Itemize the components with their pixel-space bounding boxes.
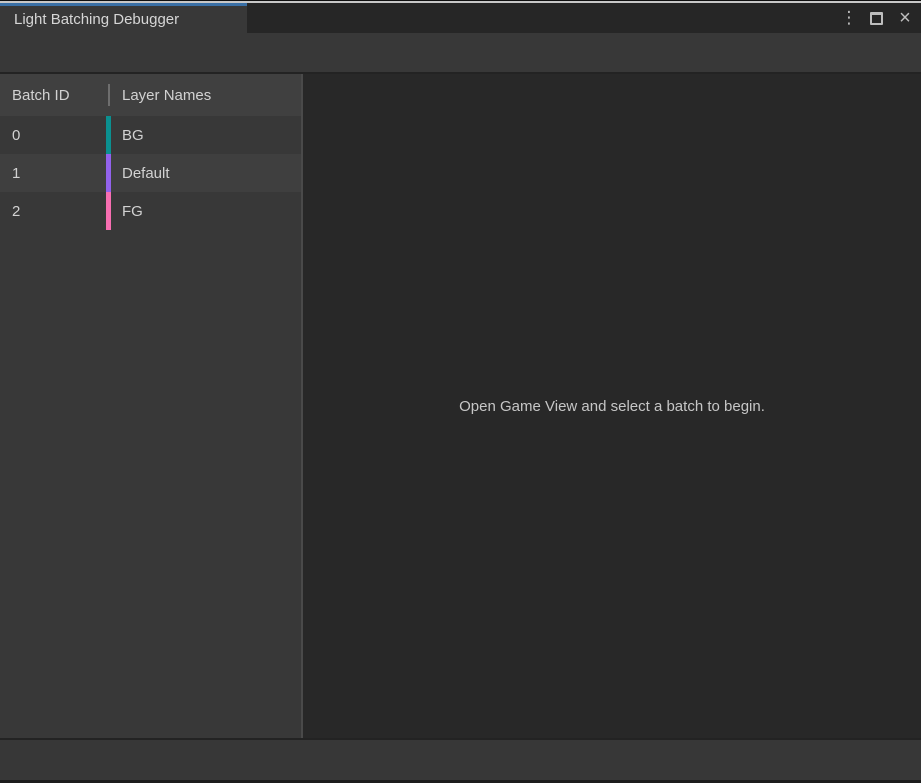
column-header-layer-names: Layer Names <box>122 74 211 116</box>
batch-table-header: Batch ID Layer Names <box>0 74 301 116</box>
batch-id-cell: 1 <box>12 154 20 192</box>
maximize-icon[interactable] <box>870 12 883 25</box>
tab-title: Light Batching Debugger <box>14 6 239 33</box>
column-divider[interactable] <box>108 84 110 106</box>
main-area: Batch ID Layer Names 0 BG 1 Default 2 FG <box>0 74 921 738</box>
batch-detail-panel: Open Game View and select a batch to beg… <box>303 74 921 738</box>
layer-names-cell: FG <box>122 192 143 230</box>
status-bar <box>0 740 921 780</box>
kebab-menu-icon[interactable]: ⋮ <box>842 8 856 28</box>
batch-row-1[interactable]: 1 Default <box>0 154 301 192</box>
batch-list-panel: Batch ID Layer Names 0 BG 1 Default 2 FG <box>0 74 301 738</box>
close-icon[interactable]: × <box>897 8 913 28</box>
tab-bar: Light Batching Debugger ⋮ × <box>0 3 921 33</box>
layer-names-cell: Default <box>122 154 170 192</box>
light-batching-debugger-window: Light Batching Debugger ⋮ × Batch ID Lay… <box>0 0 921 783</box>
batch-id-cell: 2 <box>12 192 20 230</box>
batch-id-cell: 0 <box>12 116 20 154</box>
toolbar <box>0 33 921 72</box>
tab-light-batching-debugger[interactable]: Light Batching Debugger <box>0 3 247 33</box>
batch-color-strip <box>106 154 111 192</box>
batch-row-2[interactable]: 2 FG <box>0 192 301 230</box>
layer-names-cell: BG <box>122 116 144 154</box>
batch-row-0[interactable]: 0 BG <box>0 116 301 154</box>
batch-color-strip <box>106 192 111 230</box>
column-header-batch-id: Batch ID <box>12 74 70 116</box>
window-controls: ⋮ × <box>842 3 913 33</box>
empty-state-message: Open Game View and select a batch to beg… <box>459 398 765 415</box>
batch-color-strip <box>106 116 111 154</box>
